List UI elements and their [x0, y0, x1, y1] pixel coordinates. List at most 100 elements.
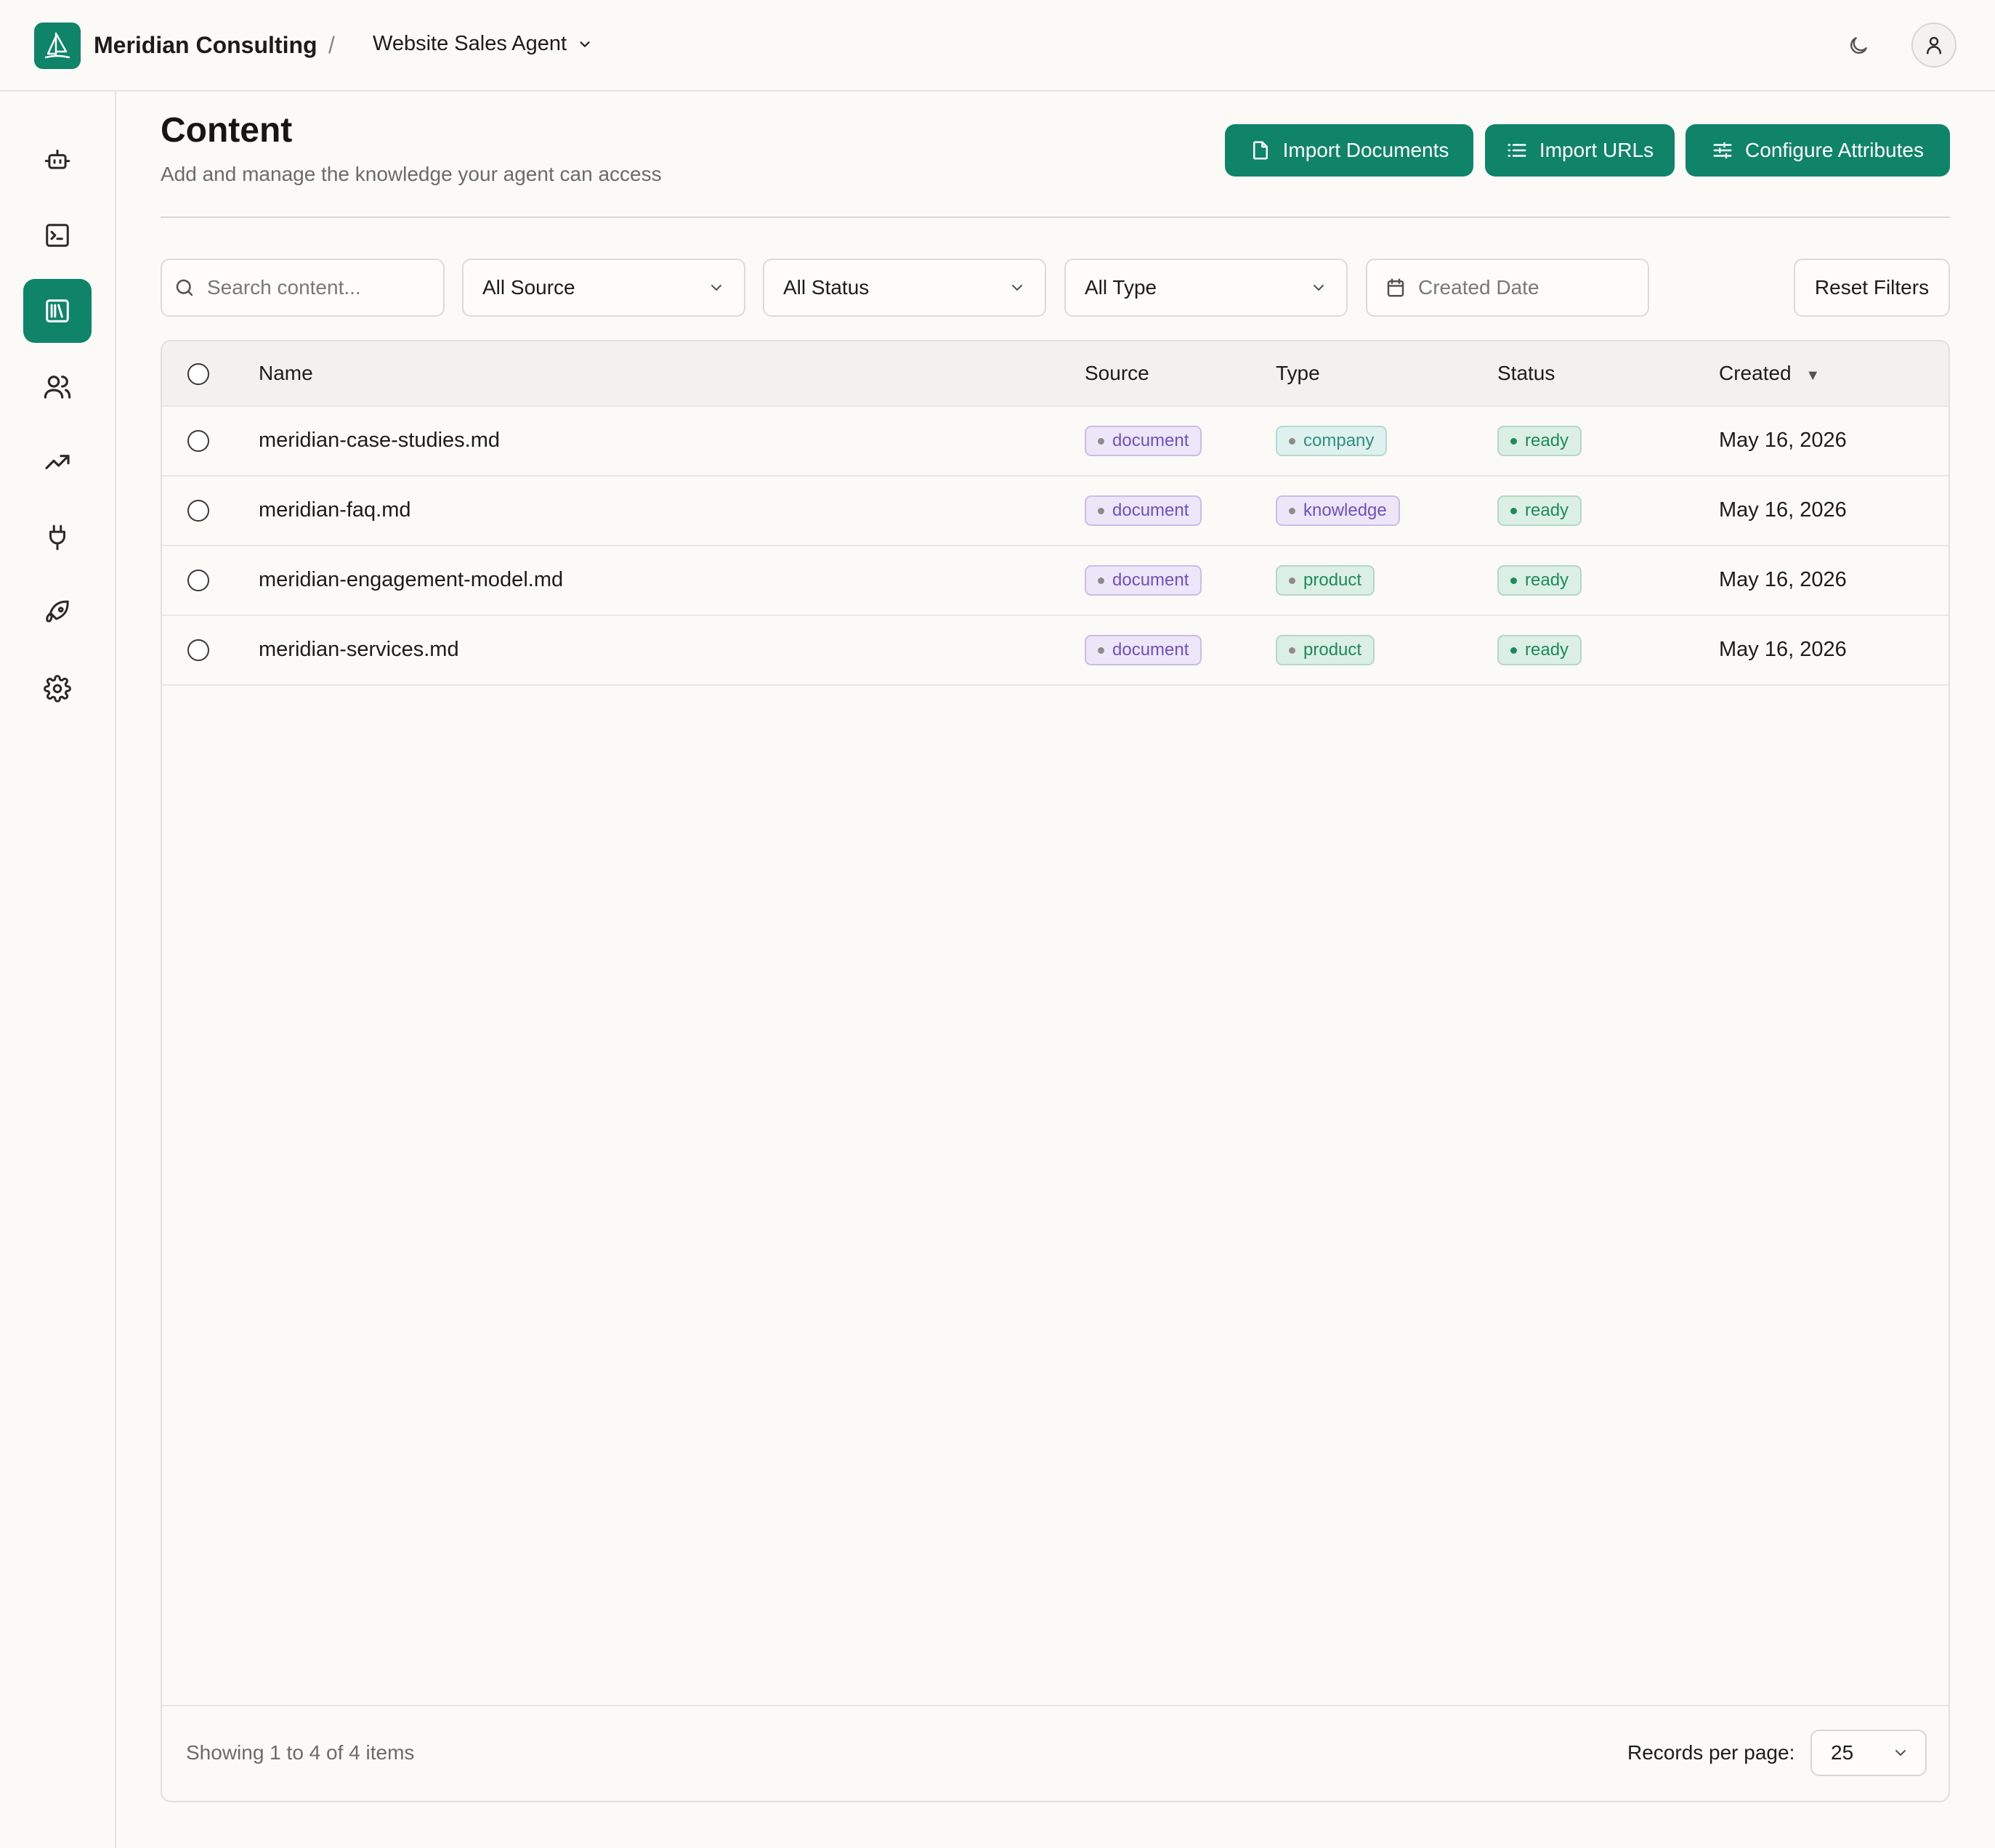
pagination-summary: Showing 1 to 4 of 4 items: [186, 1741, 415, 1764]
row-select-checkbox[interactable]: [187, 639, 209, 661]
content-name[interactable]: meridian-faq.md: [259, 498, 411, 522]
type-filter-value: All Type: [1085, 276, 1157, 299]
sliders-icon: [1713, 142, 1732, 159]
source-badge-text: document: [1112, 640, 1189, 660]
created-date-picker[interactable]: Created Date: [1366, 259, 1649, 317]
type-filter-select[interactable]: All Type: [1064, 259, 1348, 317]
status-filter-value: All Status: [783, 276, 870, 299]
sidebar-item-integrations[interactable]: [23, 506, 92, 570]
type-badge: company: [1276, 426, 1388, 456]
sidebar-item-content[interactable]: [23, 279, 92, 343]
source-badge: document: [1085, 565, 1202, 596]
sidebar-item-console[interactable]: [23, 203, 92, 267]
records-per-page-select[interactable]: 25: [1810, 1730, 1927, 1776]
sort-descending-icon: ▼: [1805, 368, 1821, 384]
status-badge: ready: [1497, 495, 1582, 526]
created-date-placeholder: Created Date: [1418, 276, 1539, 299]
search-input[interactable]: Search content...: [207, 276, 443, 299]
chevron-down-icon: [1895, 1750, 1906, 1756]
chevron-down-icon: [580, 41, 590, 47]
status-badge: ready: [1497, 426, 1582, 456]
status-badge: ready: [1497, 565, 1582, 596]
file-icon: [1253, 141, 1268, 160]
column-header-created[interactable]: Created ▼: [1719, 362, 1820, 385]
import-urls-button[interactable]: Import URLs: [1485, 124, 1675, 177]
status-badge-text: ready: [1525, 431, 1569, 450]
agent-name: Website Sales Agent: [373, 32, 567, 55]
import-documents-label: Import Documents: [1282, 139, 1449, 161]
configure-attributes-label: Configure Attributes: [1745, 139, 1924, 161]
top-bar: Meridian Consulting / Website Sales Agen…: [0, 0, 1995, 92]
calendar-icon: [1387, 278, 1404, 297]
type-badge: knowledge: [1276, 495, 1400, 526]
theme-toggle-button[interactable]: [1842, 29, 1875, 62]
configure-attributes-button[interactable]: Configure Attributes: [1686, 124, 1950, 177]
import-urls-label: Import URLs: [1539, 139, 1654, 161]
chevron-down-icon: [711, 285, 721, 291]
header-divider: [161, 216, 1950, 218]
status-badge: ready: [1497, 635, 1582, 665]
settings-gear-icon: [44, 675, 71, 702]
sidebar-item-analytics[interactable]: [23, 430, 92, 494]
content-table: Name Source Type Status Created ▼ meridi…: [161, 340, 1950, 1802]
sidebar-item-deploy[interactable]: [23, 581, 92, 645]
status-filter-select[interactable]: All Status: [763, 259, 1046, 317]
content-name[interactable]: meridian-services.md: [259, 638, 459, 662]
column-header-status[interactable]: Status: [1497, 362, 1555, 385]
moon-icon: [1850, 37, 1867, 54]
select-all-checkbox[interactable]: [187, 363, 209, 385]
page-title: Content: [161, 111, 293, 150]
sidebar-item-settings[interactable]: [23, 657, 92, 721]
sailboat-logo-icon: [44, 32, 70, 59]
created-date: May 16, 2026: [1719, 638, 1847, 661]
type-badge: product: [1276, 635, 1375, 665]
list-icon: [1508, 144, 1526, 157]
column-header-source[interactable]: Source: [1085, 362, 1149, 385]
source-badge: document: [1085, 495, 1202, 526]
sidebar-item-contacts[interactable]: [23, 354, 92, 418]
search-box[interactable]: Search content...: [161, 259, 445, 317]
user-icon: [1927, 36, 1941, 54]
library-icon: [46, 299, 69, 323]
import-documents-button[interactable]: Import Documents: [1225, 124, 1473, 177]
breadcrumb-separator: /: [328, 32, 335, 58]
records-per-page-value: 25: [1831, 1741, 1854, 1764]
agent-switcher[interactable]: Website Sales Agent: [373, 32, 593, 56]
table-row[interactable]: meridian-faq.md document knowledge ready…: [162, 477, 1949, 546]
app-logo[interactable]: [34, 23, 81, 69]
type-badge-text: product: [1303, 570, 1362, 590]
column-header-name[interactable]: Name: [259, 362, 313, 385]
row-select-checkbox[interactable]: [187, 500, 209, 522]
row-select-checkbox[interactable]: [187, 570, 209, 591]
table-row[interactable]: meridian-engagement-model.md document pr…: [162, 546, 1949, 616]
type-badge-text: product: [1303, 640, 1362, 660]
organization-name[interactable]: Meridian Consulting: [94, 32, 317, 59]
chevron-down-icon: [1314, 285, 1324, 291]
source-badge-text: document: [1112, 500, 1189, 520]
column-header-type[interactable]: Type: [1276, 362, 1320, 385]
terminal-icon: [46, 224, 69, 247]
chevron-down-icon: [1012, 285, 1022, 291]
status-badge-text: ready: [1525, 640, 1569, 660]
source-badge: document: [1085, 426, 1202, 456]
sidebar-item-agent[interactable]: [23, 128, 92, 192]
table-row[interactable]: meridian-case-studies.md document compan…: [162, 407, 1949, 477]
created-date: May 16, 2026: [1719, 568, 1847, 591]
created-date: May 16, 2026: [1719, 429, 1847, 452]
plug-icon: [49, 524, 66, 551]
source-filter-select[interactable]: All Source: [462, 259, 745, 317]
user-avatar-button[interactable]: [1911, 23, 1956, 68]
created-date: May 16, 2026: [1719, 498, 1847, 522]
content-name[interactable]: meridian-case-studies.md: [259, 429, 500, 453]
type-badge-text: company: [1303, 431, 1375, 450]
search-icon: [176, 279, 193, 296]
users-icon: [44, 376, 71, 399]
type-badge-text: knowledge: [1303, 500, 1387, 520]
table-row[interactable]: meridian-services.md document product re…: [162, 616, 1949, 686]
row-select-checkbox[interactable]: [187, 430, 209, 452]
reset-filters-button[interactable]: Reset Filters: [1794, 259, 1950, 317]
source-badge-text: document: [1112, 431, 1189, 450]
content-name[interactable]: meridian-engagement-model.md: [259, 568, 563, 592]
page-subtitle: Add and manage the knowledge your agent …: [161, 163, 662, 185]
sidebar-nav: [0, 92, 116, 1848]
